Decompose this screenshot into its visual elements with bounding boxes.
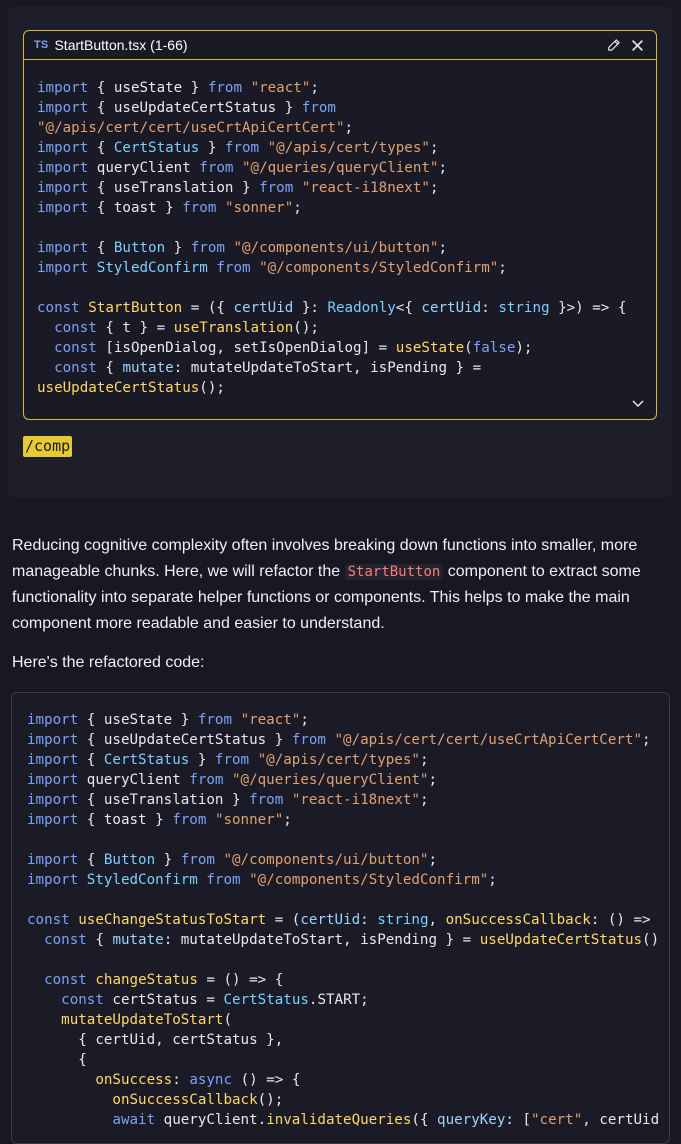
file-title: StartButton.tsx (1-66)	[54, 37, 188, 53]
slash-command-tag[interactable]: /comp	[23, 436, 73, 457]
code-line: import { useTranslation } from "react-i1…	[37, 180, 439, 196]
code-line: {	[27, 1052, 87, 1068]
code-line: mutateUpdateToStart(	[61, 1012, 233, 1028]
code-line: import queryClient from "@/queries/query…	[37, 160, 448, 176]
code-line: const { mutate: mutateUpdateToStart, isP…	[44, 932, 660, 948]
code-block[interactable]: import { useState } from "react"; import …	[11, 692, 670, 1144]
code-line: onSuccess: async () => {	[95, 1072, 301, 1088]
code-line: import { Button } from "@/components/ui/…	[37, 240, 448, 256]
attached-file-box[interactable]: TS StartButton.tsx (1-66) import { useSt…	[23, 30, 657, 420]
chevron-down-icon[interactable]	[630, 397, 646, 411]
code-line: { certUid, certStatus },	[27, 1032, 284, 1048]
code-line: useUpdateCertStatus();	[37, 380, 225, 396]
refactored-code: import { useState } from "react"; import …	[27, 710, 659, 1130]
code-line: onSuccessCallback();	[112, 1092, 284, 1108]
code-line: const certStatus = CertStatus.START;	[61, 992, 369, 1008]
code-line: "@/apis/cert/cert/useCrtApiCertCert";	[37, 120, 354, 136]
edit-pencil-icon[interactable]	[604, 36, 622, 54]
code-line: import { useState } from "react";	[27, 712, 309, 728]
code-line: import StyledConfirm from "@/components/…	[27, 872, 497, 888]
prompt-card: TS StartButton.tsx (1-66) import { useSt…	[8, 6, 672, 498]
code-line: await queryClient.invalidateQueries({ qu…	[112, 1112, 660, 1128]
code-line: import { toast } from "sonner";	[27, 812, 292, 828]
code-line: import { CertStatus } from "@/apis/cert/…	[27, 752, 429, 768]
code-line: import queryClient from "@/queries/query…	[27, 772, 438, 788]
close-icon[interactable]	[628, 36, 646, 54]
code-line: import { useTranslation } from "react-i1…	[27, 792, 429, 808]
code-line: import StyledConfirm from "@/components/…	[37, 260, 507, 276]
code-line: import { useState } from "react";	[37, 80, 319, 96]
file-header: TS StartButton.tsx (1-66)	[24, 31, 656, 60]
code-line: const [isOpenDialog, setIsOpenDialog] = …	[54, 340, 533, 356]
code-line: const { mutate: mutateUpdateToStart, isP…	[54, 360, 482, 376]
code-line: const useChangeStatusToStart = (certUid:…	[27, 912, 651, 928]
code-line: import { useUpdateCertStatus } from "@/a…	[27, 732, 651, 748]
inline-code: StartButton	[344, 563, 444, 580]
code-line: const changeStatus = () => {	[44, 972, 284, 988]
file-code-preview: import { useState } from "react"; import …	[37, 78, 626, 398]
code-line: import { toast } from "sonner";	[37, 200, 302, 216]
code-line: import { Button } from "@/components/ui/…	[27, 852, 438, 868]
code-line: import { useUpdateCertStatus } from	[37, 100, 336, 116]
code-line: const StartButton = ({ certUid }: Readon…	[37, 300, 627, 316]
response-intro: Here's the refactored code:	[12, 654, 205, 671]
code-line: const { t } = useTranslation();	[54, 320, 319, 336]
code-line: import { CertStatus } from "@/apis/cert/…	[37, 140, 439, 156]
response-paragraph: Reducing cognitive complexity often invo…	[12, 537, 641, 632]
typescript-icon: TS	[34, 39, 49, 51]
